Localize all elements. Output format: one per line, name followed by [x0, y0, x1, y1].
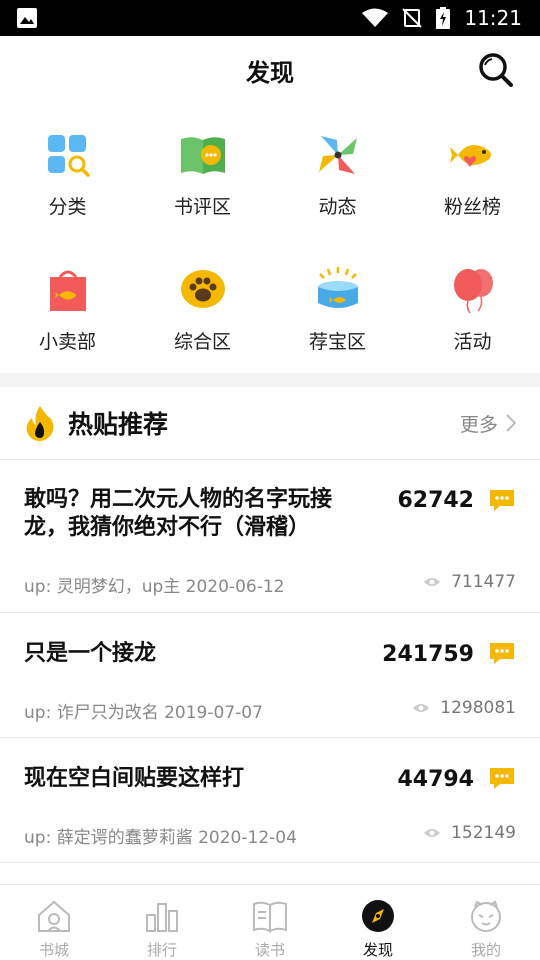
- category-grid: 分类 书评区 动态 粉丝榜 小卖部 综合区 荐宝区 活动: [0, 104, 540, 374]
- tab-ranking[interactable]: 排行: [108, 885, 216, 960]
- category-feed[interactable]: 动态: [270, 104, 405, 239]
- reply-count: 62742: [397, 488, 474, 513]
- fish-heart-icon: [449, 145, 491, 167]
- eye-icon: [413, 704, 430, 712]
- bar-chart-icon: [146, 903, 178, 932]
- page-header: 发现: [0, 36, 540, 104]
- post-item[interactable]: 敢吗？用二次元人物的名字玩接龙，我猜你绝对不行（滑稽） 62742 up: 灵明…: [0, 460, 540, 613]
- post-title: 现在空白间贴要这样打: [24, 766, 245, 791]
- category-classify[interactable]: 分类: [0, 104, 135, 239]
- tab-label: 我的: [470, 941, 501, 959]
- pinwheel-icon: [318, 136, 357, 174]
- section-divider: [0, 373, 540, 387]
- reply-count: 44794: [397, 767, 474, 792]
- hot-posts-header: 热贴推荐 更多: [0, 387, 540, 460]
- reply-count: 241759: [382, 642, 474, 667]
- post-item[interactable]: 只是一个接龙 241759 up: 诈尸只为改名 2019-07-07 1298…: [0, 613, 540, 738]
- post-meta: up: 灵明梦幻，up主 2020-06-12: [24, 577, 285, 597]
- view-count: 711477: [423, 572, 516, 592]
- post-meta: up: 薛定谔的蠢萝莉酱 2020-12-04: [24, 828, 297, 848]
- tab-label: 排行: [146, 941, 177, 959]
- search-icon[interactable]: [476, 50, 516, 90]
- post-list: 敢吗？用二次元人物的名字玩接龙，我猜你绝对不行（滑稽） 62742 up: 灵明…: [0, 460, 540, 863]
- category-label: 书评区: [173, 196, 231, 218]
- category-reviews[interactable]: 书评区: [135, 104, 270, 239]
- post-meta: up: 诈尸只为改名 2019-07-07: [24, 703, 263, 723]
- house-icon: [38, 900, 70, 932]
- comment-icon: [490, 643, 514, 664]
- gallery-icon: [17, 8, 37, 28]
- category-treasure[interactable]: 荐宝区: [270, 239, 405, 374]
- open-book-chat-icon: [180, 137, 225, 174]
- more-link[interactable]: 更多: [460, 410, 516, 437]
- view-count: 152149: [423, 823, 516, 843]
- cat-face-icon: [471, 900, 501, 932]
- tab-discover[interactable]: 发现: [324, 885, 432, 960]
- view-number: 711477: [451, 572, 516, 592]
- more-label: 更多: [459, 413, 498, 436]
- book-icon: [253, 901, 287, 933]
- category-label: 粉丝榜: [443, 196, 501, 218]
- tab-label: 发现: [362, 941, 393, 959]
- grid-magnifier-icon: [47, 135, 90, 177]
- tab-label: 读书: [254, 941, 285, 959]
- category-general[interactable]: 综合区: [135, 239, 270, 374]
- bottom-tab-bar: 书城 排行 读书 发现 我的: [0, 884, 540, 960]
- tab-mine[interactable]: 我的: [432, 885, 540, 960]
- category-label: 小卖部: [38, 331, 96, 353]
- view-count: 1298081: [412, 698, 516, 718]
- no-signal-icon: [402, 8, 423, 28]
- compass-icon: [362, 900, 394, 932]
- category-label: 综合区: [173, 331, 231, 353]
- view-number: 1298081: [440, 698, 516, 718]
- category-label: 活动: [453, 331, 492, 353]
- comment-icon: [490, 490, 514, 511]
- shopping-bag-icon: [49, 270, 86, 311]
- category-label: 动态: [318, 196, 357, 218]
- tab-label: 书城: [38, 941, 69, 959]
- flame-icon: [26, 406, 54, 441]
- eye-icon: [424, 578, 441, 586]
- page-title: 发现: [246, 58, 294, 87]
- post-title: 敢吗？用二次元人物的名字玩接龙，我猜你绝对不行（滑稽）: [24, 487, 333, 540]
- post-title: 只是一个接龙: [24, 641, 157, 666]
- category-label: 分类: [48, 196, 87, 218]
- chevron-right-icon: [506, 414, 516, 432]
- balloons-icon: [453, 269, 493, 314]
- post-item[interactable]: 现在空白间贴要这样打 44794 up: 薛定谔的蠢萝莉酱 2020-12-04…: [0, 738, 540, 863]
- category-label: 荐宝区: [308, 331, 366, 353]
- battery-charging-icon: [436, 7, 451, 29]
- category-fans[interactable]: 粉丝榜: [405, 104, 540, 239]
- status-bar: 11:21: [0, 0, 540, 36]
- category-shop[interactable]: 小卖部: [0, 239, 135, 374]
- comment-icon: [490, 768, 514, 789]
- paw-icon: [180, 270, 225, 308]
- fishbowl-icon: [317, 267, 358, 308]
- eye-icon: [424, 829, 441, 837]
- view-number: 152149: [451, 823, 516, 843]
- status-time: 11:21: [464, 6, 522, 30]
- tab-bookstore[interactable]: 书城: [0, 885, 108, 960]
- wifi-icon: [362, 8, 389, 27]
- tab-reading[interactable]: 读书: [216, 885, 324, 960]
- section-title: 热贴推荐: [68, 410, 169, 439]
- category-events[interactable]: 活动: [405, 239, 540, 374]
